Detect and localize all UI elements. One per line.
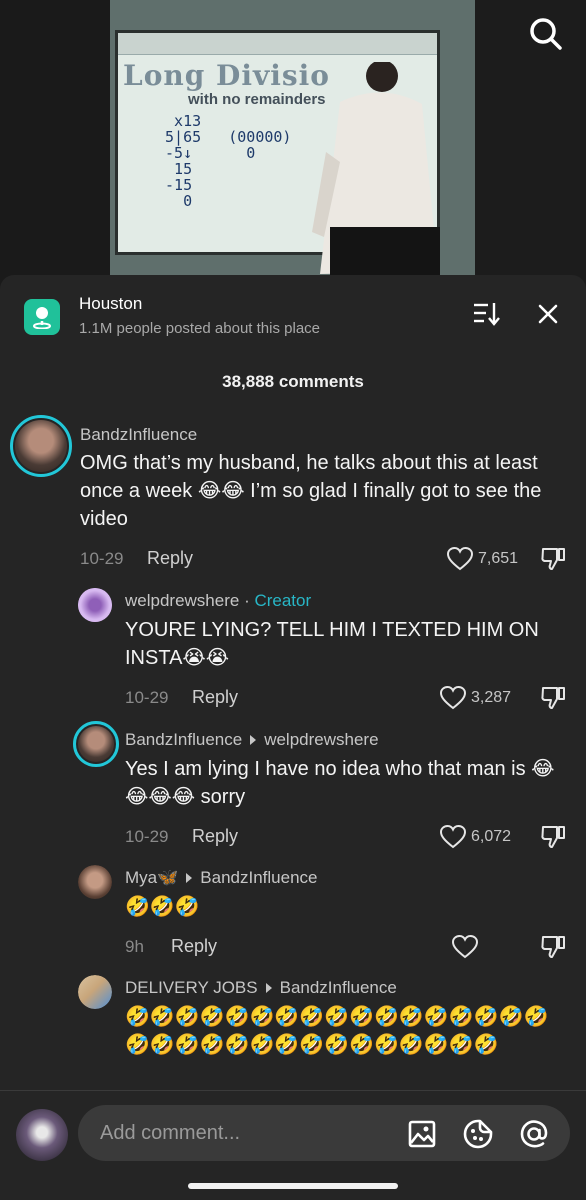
comments-sheet: Houston 1.1M people posted about this pl… <box>0 275 586 1200</box>
teacher-figure <box>312 62 440 277</box>
emoji-icon[interactable] <box>462 1118 494 1150</box>
heart-icon[interactable] <box>447 547 473 571</box>
heart-icon[interactable] <box>452 935 478 959</box>
comment-input-container[interactable] <box>78 1105 570 1161</box>
location-pin-icon <box>33 307 51 329</box>
reply-to-username[interactable]: BandzInfluence <box>200 868 317 887</box>
username-link[interactable]: DELIVERY JOBS <box>125 978 258 997</box>
comment-date: 10-29 <box>125 827 169 846</box>
comment-username[interactable]: BandzInfluence <box>80 425 197 445</box>
location-subtitle: 1.1M people posted about this place <box>79 320 321 337</box>
comments-count: 38,888 comments <box>222 372 364 391</box>
comment-text: YOURE LYING? TELL HIM I TEXTED HIM ON IN… <box>125 619 539 669</box>
avatar[interactable] <box>78 975 112 1009</box>
avatar[interactable] <box>10 415 72 477</box>
comment-date: 9h <box>125 937 144 956</box>
lesson-title: Long Divisio <box>123 59 330 92</box>
reply-to-username[interactable]: welpdrewshere <box>264 730 378 749</box>
avatar[interactable] <box>78 865 112 899</box>
username-link[interactable]: BandzInfluence <box>125 730 242 749</box>
comment-username: welpdrewshere · Creator <box>125 591 311 611</box>
reply-arrow-icon <box>250 735 257 746</box>
location-badge[interactable] <box>24 299 60 335</box>
heart-icon[interactable] <box>440 686 466 710</box>
comment-username: BandzInfluence welpdrewshere <box>125 730 379 750</box>
reply-button[interactable]: Reply <box>192 826 238 847</box>
image-icon[interactable] <box>406 1118 438 1150</box>
reply-arrow-icon <box>265 983 272 994</box>
creator-badge: Creator <box>254 591 312 610</box>
comment-text: OMG that’s my husband, he talks about th… <box>80 452 542 530</box>
video-background-left <box>0 0 110 290</box>
whiteboard-toolbar <box>118 33 437 55</box>
thumbs-down-icon[interactable] <box>540 685 566 711</box>
comment-text: 🤣🤣🤣🤣🤣🤣🤣🤣🤣🤣🤣🤣🤣🤣🤣🤣🤣🤣🤣🤣🤣🤣🤣🤣🤣🤣🤣🤣🤣🤣🤣🤣 <box>125 1006 549 1056</box>
avatar[interactable] <box>16 1109 68 1161</box>
avatar[interactable] <box>73 721 119 767</box>
like-count: 3,287 <box>471 689 512 706</box>
sort-icon <box>474 303 500 326</box>
thumbs-down-icon[interactable] <box>540 934 566 960</box>
division-work: x13 5|65 (00000) -5↓ 0 15 -15 0 <box>165 112 292 210</box>
video-player[interactable]: Long Divisio with no remainders x13 5|65… <box>0 0 586 290</box>
at-sign-icon[interactable] <box>518 1118 550 1150</box>
close-icon <box>538 304 558 324</box>
separator: · <box>239 591 255 610</box>
reply-button[interactable]: Reply <box>192 687 238 708</box>
search-icon <box>530 18 562 50</box>
like-count: 6,072 <box>471 828 512 845</box>
avatar[interactable] <box>78 588 112 622</box>
location-name[interactable]: Houston <box>79 294 142 314</box>
comment-date: 10-29 <box>125 688 169 707</box>
comment-username: DELIVERY JOBS BandzInfluence <box>125 978 397 998</box>
comment-text: Yes I am lying I have no idea who that m… <box>125 758 555 808</box>
comment-date: 10-29 <box>80 549 124 568</box>
reply-button[interactable]: Reply <box>171 936 217 957</box>
heart-icon[interactable] <box>440 825 466 849</box>
search-button[interactable] <box>526 14 566 54</box>
comment-text: 🤣🤣🤣 <box>125 896 200 918</box>
username-link[interactable]: welpdrewshere <box>125 591 239 610</box>
thumbs-down-icon[interactable] <box>540 824 566 850</box>
like-count: 7,651 <box>478 550 519 567</box>
comment-input[interactable] <box>100 1105 400 1161</box>
sort-button[interactable] <box>472 301 502 327</box>
thumbs-down-icon[interactable] <box>540 546 566 572</box>
reply-button[interactable]: Reply <box>147 548 193 569</box>
reply-arrow-icon <box>186 873 193 884</box>
home-indicator[interactable] <box>188 1183 398 1189</box>
reply-to-username[interactable]: BandzInfluence <box>280 978 397 997</box>
comment-username: Mya🦋 BandzInfluence <box>125 868 318 888</box>
username-link[interactable]: Mya🦋 <box>125 868 178 887</box>
close-button[interactable] <box>536 302 560 326</box>
